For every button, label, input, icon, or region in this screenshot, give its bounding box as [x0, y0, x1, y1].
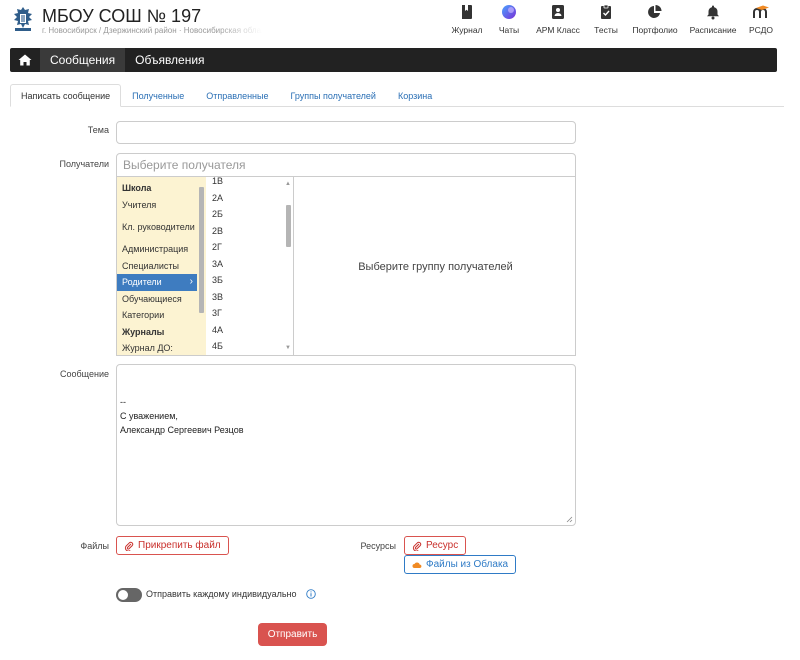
tests-icon — [601, 4, 611, 19]
message-label: Сообщение — [60, 369, 109, 379]
school-logo-icon — [11, 6, 35, 32]
top-nav-chats-label: Чаты — [498, 25, 520, 35]
subject-label: Тема — [87, 125, 109, 135]
class-list: 1В 2А 2Б 2В 2Г 3А 3Б 3В 3Г 4А 4Б ▲ ▼ — [206, 177, 294, 355]
subject-input[interactable] — [116, 121, 576, 144]
top-nav-schedule-label: Расписание — [689, 25, 737, 35]
top-nav-arm-class-label: АРМ Класс — [536, 25, 580, 35]
category-item[interactable]: Администрация — [117, 241, 206, 258]
arm-class-icon — [552, 5, 564, 19]
recipient-group-placeholder: Выберите группу получателей — [358, 260, 513, 273]
schedule-bell-icon — [707, 5, 719, 20]
top-nav-arm-class[interactable]: АРМ Класс — [530, 4, 586, 38]
rsdo-icon — [753, 5, 769, 18]
resource-button[interactable]: Ресурс — [404, 536, 467, 555]
top-nav-tests-label: Тесты — [594, 25, 618, 35]
resources-label: Ресурсы — [360, 541, 397, 551]
resource-label: Ресурс — [426, 540, 459, 551]
class-item[interactable]: 2Б — [206, 206, 293, 223]
send-individually-toggle[interactable] — [116, 588, 142, 602]
send-button[interactable]: Отправить — [258, 623, 327, 646]
class-item[interactable]: 4Б — [206, 338, 293, 355]
category-scrollbar[interactable] — [197, 177, 206, 355]
message-tabs: Написать сообщение Полученные Отправленн… — [10, 84, 784, 107]
class-item[interactable]: 3А — [206, 256, 293, 273]
category-item[interactable]: Журналы — [117, 324, 206, 341]
class-item[interactable]: 2В — [206, 223, 293, 240]
category-item-selected[interactable]: Родители › — [117, 274, 197, 291]
category-scrollbar-thumb[interactable] — [199, 187, 204, 313]
class-scrollbar-thumb[interactable] — [286, 205, 291, 247]
files-label: Файлы — [80, 541, 109, 551]
category-item-label: Родители — [122, 277, 162, 288]
top-nav-rsdo[interactable]: РСДО — [742, 4, 780, 38]
tab-trash[interactable]: Корзина — [387, 84, 443, 107]
top-nav-portfolio-label: Портфолио — [632, 25, 678, 35]
school-location: г. Новосибирск / Дзержинский район · Нов… — [42, 26, 262, 35]
cloud-files-button[interactable]: Файлы из Облака — [404, 555, 517, 574]
home-icon — [18, 54, 32, 66]
scroll-up-icon[interactable]: ▲ — [285, 181, 291, 187]
paperclip-icon — [412, 541, 422, 551]
message-line: С уважением, — [120, 411, 178, 421]
recipient-category-list: Школа Учителя Кл. руководители Администр… — [117, 177, 206, 355]
info-icon[interactable] — [306, 589, 316, 599]
category-item[interactable]: Обучающиеся — [117, 291, 206, 308]
home-button[interactable] — [10, 48, 40, 72]
attach-file-button[interactable]: Прикрепить файл — [116, 536, 229, 555]
recipients-label: Получатели — [59, 159, 109, 169]
class-item[interactable]: 2Г — [206, 239, 293, 256]
top-nav-chats[interactable]: Чаты — [488, 4, 530, 38]
toggle-knob — [118, 590, 128, 600]
portfolio-icon — [648, 5, 662, 18]
paperclip-icon — [124, 541, 134, 551]
journal-icon — [462, 5, 472, 19]
class-item[interactable]: 4А — [206, 322, 293, 339]
message-line: Александр Сергеевич Резцов — [120, 425, 244, 435]
message-line: -- — [120, 397, 126, 407]
message-textarea[interactable]: -- С уважением, Александр Сергеевич Резц… — [116, 364, 576, 526]
tab-compose[interactable]: Написать сообщение — [10, 84, 122, 107]
top-nav-rsdo-label: РСДО — [749, 25, 773, 35]
class-item[interactable]: 3В — [206, 289, 293, 306]
chats-icon — [502, 5, 516, 19]
nav-messages[interactable]: Сообщения — [40, 48, 126, 72]
recipient-search-input[interactable]: Выберите получателя — [116, 153, 576, 177]
tab-received[interactable]: Полученные — [121, 84, 195, 107]
category-item[interactable]: Журнал ДО: — [117, 340, 206, 355]
top-nav-journal[interactable]: Журнал — [446, 4, 488, 38]
class-item[interactable]: 3Г — [206, 305, 293, 322]
top-nav-schedule[interactable]: Расписание — [684, 4, 742, 38]
top-navigation: Журнал Чаты АРМ Класс Тесты Портфолио Ра… — [446, 4, 780, 38]
cloud-icon — [412, 561, 422, 568]
tab-sent[interactable]: Отправленные — [195, 84, 279, 107]
category-item[interactable]: Категории — [117, 307, 206, 324]
category-item[interactable]: Кл. руководители — [117, 213, 195, 241]
top-nav-portfolio[interactable]: Портфолио — [626, 4, 684, 38]
class-item[interactable]: 1В — [206, 177, 293, 190]
resize-grip-icon[interactable] — [566, 516, 573, 523]
class-item[interactable]: 3Б — [206, 272, 293, 289]
attach-file-label: Прикрепить файл — [138, 540, 221, 551]
chevron-right-icon: › — [189, 276, 193, 288]
nav-announcements[interactable]: Объявления — [125, 48, 214, 72]
category-item[interactable]: Школа — [117, 180, 206, 197]
scroll-down-icon[interactable]: ▼ — [285, 345, 291, 351]
school-title: МБОУ СОШ № 197 — [42, 6, 202, 26]
recipient-picker: Школа Учителя Кл. руководители Администр… — [116, 177, 576, 356]
category-item[interactable]: Специалисты — [117, 258, 206, 275]
class-scrollbar[interactable]: ▲ ▼ — [284, 177, 293, 355]
top-nav-journal-label: Журнал — [451, 25, 483, 35]
category-item[interactable]: Учителя — [117, 197, 206, 214]
class-item[interactable]: 2А — [206, 190, 293, 207]
tab-recipient-groups[interactable]: Группы получателей — [280, 84, 387, 107]
send-individually-label: Отправить каждому индивидуально — [146, 589, 297, 599]
main-navbar: Сообщения Объявления — [10, 48, 777, 72]
top-nav-tests[interactable]: Тесты — [586, 4, 626, 38]
cloud-files-label: Файлы из Облака — [426, 559, 509, 570]
